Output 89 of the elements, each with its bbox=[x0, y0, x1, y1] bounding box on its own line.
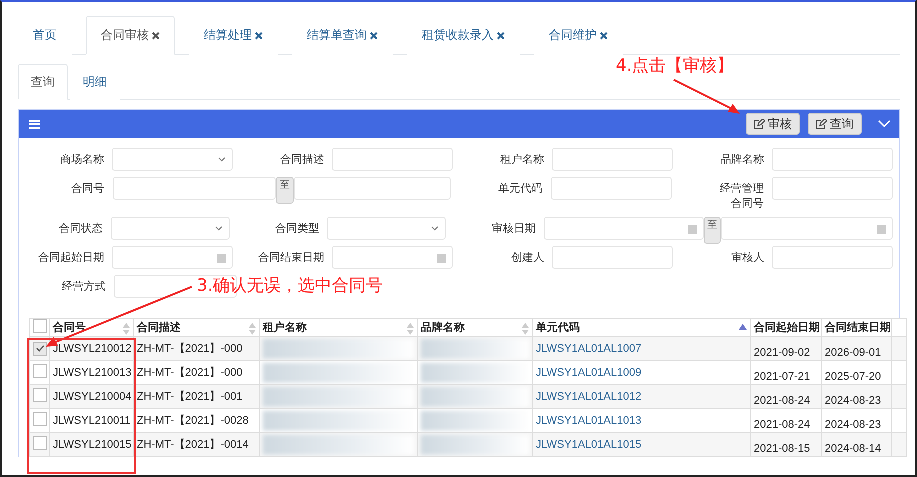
close-icon[interactable] bbox=[497, 32, 505, 40]
select-field[interactable] bbox=[112, 148, 233, 171]
field-label: 商场名称 bbox=[59, 152, 106, 168]
table-cell: ZH-MT-【2021】-001 bbox=[134, 384, 260, 408]
field-label: 租户名称 bbox=[499, 152, 546, 168]
close-icon[interactable] bbox=[255, 32, 263, 40]
row-checkbox[interactable] bbox=[33, 342, 47, 356]
table-cell: 2021-08-24 bbox=[750, 384, 822, 408]
table-cell: 2024-08-14 bbox=[822, 432, 892, 456]
row-checkbox[interactable] bbox=[33, 412, 47, 426]
toolbar-button[interactable]: 审核 bbox=[746, 113, 800, 135]
table-cell: 2024-08-23 bbox=[822, 408, 892, 432]
sort-icon[interactable] bbox=[249, 323, 256, 335]
table-cell: 2025-07-20 bbox=[822, 360, 892, 384]
field-label: 合同结束日期 bbox=[257, 250, 326, 266]
date-field[interactable] bbox=[544, 217, 704, 240]
table-cell: JLWSYL210011 bbox=[50, 408, 134, 432]
table-cell: JLWSYL210015 bbox=[50, 432, 134, 456]
field-label: 合同描述 bbox=[279, 152, 326, 168]
select-field[interactable] bbox=[110, 217, 230, 240]
field-label: 经营管理合同号 bbox=[718, 181, 765, 212]
chevron-icon bbox=[214, 226, 222, 231]
table-cell: 2021-08-24 bbox=[750, 408, 822, 432]
field-label: 合同号 bbox=[70, 181, 106, 197]
check-icon bbox=[36, 345, 44, 352]
table-cell: JLWSYL210013 bbox=[50, 360, 134, 384]
date-field[interactable] bbox=[112, 246, 233, 269]
tab[interactable]: 合同审核 bbox=[86, 16, 175, 55]
edit-icon bbox=[816, 118, 827, 130]
sort-icon[interactable] bbox=[407, 323, 414, 335]
input-field[interactable] bbox=[552, 148, 673, 171]
annotation-text: 4.点击【审核】 bbox=[616, 55, 734, 77]
input-field[interactable] bbox=[772, 148, 893, 171]
input-field[interactable] bbox=[332, 148, 453, 171]
date-field[interactable] bbox=[332, 246, 453, 269]
row-checkbox[interactable] bbox=[33, 388, 47, 402]
date-field[interactable] bbox=[721, 217, 893, 240]
select-field[interactable] bbox=[327, 217, 446, 240]
table-cell: 2024-08-23 bbox=[822, 384, 892, 408]
close-icon[interactable] bbox=[600, 32, 608, 40]
range-separator: 至 bbox=[276, 177, 294, 204]
table-cell: 2021-09-02 bbox=[750, 336, 822, 360]
row-checkbox[interactable] bbox=[33, 364, 47, 378]
column-header[interactable]: 单元代码 bbox=[532, 318, 750, 336]
sort-icon[interactable] bbox=[522, 323, 529, 335]
field-label: 合同起始日期 bbox=[37, 250, 106, 266]
field-label: 审核人 bbox=[730, 250, 766, 266]
field-label: 审核日期 bbox=[490, 221, 537, 237]
column-header[interactable]: 合同描述 bbox=[134, 318, 260, 336]
input-field[interactable] bbox=[772, 246, 893, 269]
toolbar-button[interactable]: 查询 bbox=[808, 113, 862, 135]
range-separator: 至 bbox=[704, 217, 722, 244]
row-checkbox[interactable] bbox=[33, 436, 47, 450]
select-all-checkbox[interactable] bbox=[33, 320, 47, 333]
table-cell: 2026-09-01 bbox=[822, 336, 892, 360]
menu-icon[interactable] bbox=[29, 120, 40, 128]
close-icon[interactable] bbox=[370, 32, 378, 40]
input-field[interactable] bbox=[552, 246, 673, 269]
edit-icon bbox=[754, 118, 765, 130]
table-cell: 2021-08-15 bbox=[750, 432, 822, 456]
field-label: 合同类型 bbox=[274, 221, 320, 237]
chevron-icon bbox=[218, 157, 226, 162]
annotation-text: 3.确认无误，选中合同号 bbox=[197, 275, 384, 297]
table-cell: 2021-07-21 bbox=[750, 360, 822, 384]
table-cell: ZH-MT-【2021】-0028 bbox=[134, 408, 260, 432]
table-cell: JLWSYL210004 bbox=[50, 384, 134, 408]
chevron-icon bbox=[431, 226, 439, 231]
collapse-icon[interactable] bbox=[878, 120, 891, 128]
column-header[interactable]: 合同结束日期 bbox=[822, 318, 892, 336]
column-header[interactable]: 租户名称 bbox=[260, 318, 418, 336]
field-label: 经营方式 bbox=[61, 279, 107, 295]
field-label: 单元代码 bbox=[498, 181, 544, 197]
input-field[interactable] bbox=[294, 177, 452, 200]
field-label: 品牌名称 bbox=[719, 152, 766, 168]
sort-icon[interactable] bbox=[123, 323, 130, 335]
table-cell: ZH-MT-【2021】-0014 bbox=[134, 432, 260, 456]
close-icon[interactable] bbox=[152, 32, 160, 40]
input-field[interactable] bbox=[112, 177, 276, 200]
tab[interactable]: 查询 bbox=[18, 64, 68, 100]
field-label: 创建人 bbox=[510, 250, 546, 266]
column-header[interactable]: 品牌名称 bbox=[418, 318, 532, 336]
column-header[interactable]: 合同起始日期 bbox=[750, 318, 822, 336]
table-cell: ZH-MT-【2021】-000 bbox=[134, 336, 260, 360]
sort-up-icon[interactable] bbox=[739, 324, 747, 330]
input-field[interactable] bbox=[772, 177, 894, 200]
field-label: 合同状态 bbox=[58, 221, 104, 237]
table-cell: ZH-MT-【2021】-000 bbox=[134, 360, 260, 384]
input-field[interactable] bbox=[550, 177, 672, 200]
annotation-arrow bbox=[672, 78, 742, 116]
